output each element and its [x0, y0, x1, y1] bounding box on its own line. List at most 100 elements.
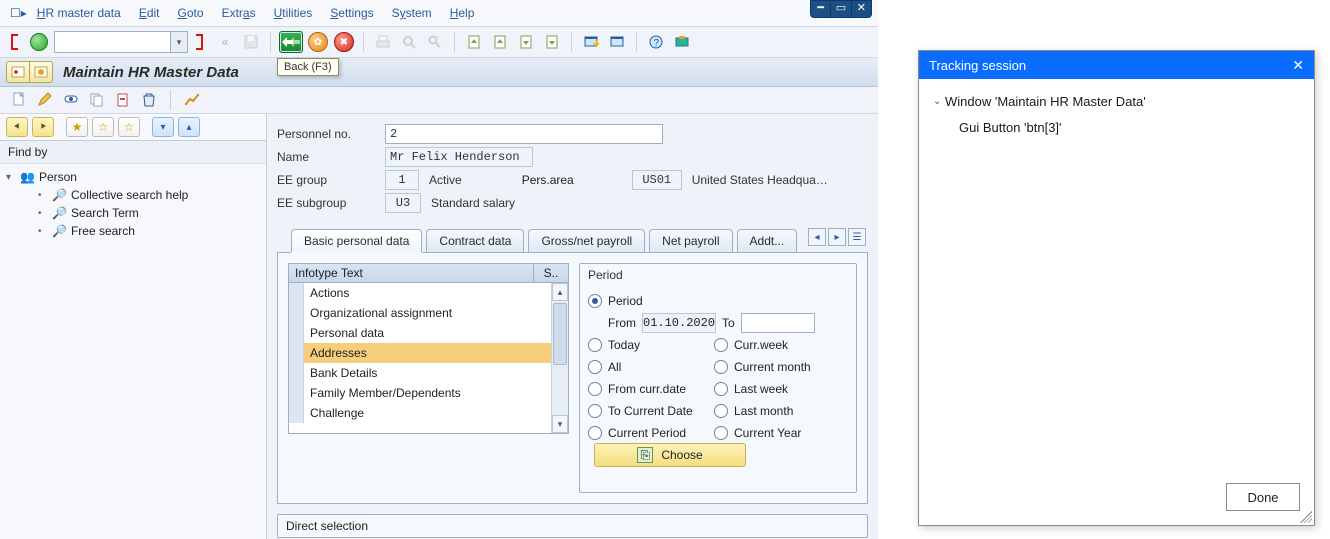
menu-extras[interactable]: Extras: [222, 6, 256, 20]
menu-goto[interactable]: Goto: [178, 6, 204, 20]
infotype-header-text[interactable]: Infotype Text: [289, 264, 534, 282]
svg-text:+: +: [435, 35, 439, 42]
delete-button[interactable]: [140, 91, 158, 109]
record-close-bracket-icon: [192, 33, 210, 51]
radio-lastweek[interactable]: [714, 382, 728, 396]
tracking-node-button[interactable]: Gui Button 'btn[3]': [933, 117, 1300, 137]
tree-expand-button[interactable]: ▾: [152, 117, 174, 137]
radio-period[interactable]: [588, 294, 602, 308]
infotype-row-challenge[interactable]: Challenge: [289, 403, 568, 423]
from-date-input[interactable]: 01.10.2020: [642, 313, 716, 333]
tracking-node-window[interactable]: ⌄Window 'Maintain HR Master Data': [933, 91, 1300, 111]
menu-settings[interactable]: Settings: [330, 6, 373, 20]
enter-button[interactable]: [30, 33, 48, 51]
menu-hr-master-data[interactable]: HR master data: [37, 6, 121, 20]
radio-currweek[interactable]: [714, 338, 728, 352]
help-button[interactable]: ?: [645, 31, 667, 53]
infotype-row-addresses[interactable]: Addresses✔: [289, 343, 568, 363]
eegroup-text: Active: [429, 173, 462, 187]
radio-currmonth[interactable]: [714, 360, 728, 374]
tab-gross-net-payroll[interactable]: Gross/net payroll: [528, 229, 645, 252]
last-page-button[interactable]: [541, 31, 563, 53]
tracking-close-icon[interactable]: ✕: [1292, 57, 1304, 74]
fav-add-button[interactable]: ★: [66, 117, 88, 137]
personnel-no-input[interactable]: 2: [385, 124, 663, 144]
nav-next-button[interactable]: ⯈: [32, 117, 54, 137]
command-history-dropdown[interactable]: ▾: [171, 31, 188, 53]
menu-utilities[interactable]: Utilities: [274, 6, 313, 20]
infotype-header-status[interactable]: S..: [534, 264, 568, 282]
window-controls: ━ ▭ ✕: [810, 0, 872, 18]
persarea-code: US01: [632, 170, 682, 190]
tab-additional[interactable]: Addt...: [737, 229, 798, 252]
fav-del-button[interactable]: ☆: [118, 117, 140, 137]
title-icon-left[interactable]: [6, 61, 30, 83]
tree-free-search[interactable]: •🔎Free search: [6, 222, 260, 240]
personnel-no-label: Personnel no.: [277, 127, 385, 141]
back-button[interactable]: Back (F3): [279, 31, 303, 53]
tab-net-payroll[interactable]: Net payroll: [649, 229, 732, 252]
menu-edit[interactable]: Edit: [139, 6, 160, 20]
save-button[interactable]: [240, 31, 262, 53]
find-button[interactable]: [398, 31, 420, 53]
prev-page-button[interactable]: [489, 31, 511, 53]
first-page-button[interactable]: [463, 31, 485, 53]
infotype-scrollbar[interactable]: ▴ ▾: [551, 283, 568, 433]
window-restore[interactable]: ▭: [831, 1, 851, 17]
window-close[interactable]: ✕: [852, 1, 871, 17]
done-button[interactable]: Done: [1226, 483, 1300, 511]
change-button[interactable]: [36, 91, 54, 109]
scroll-down-icon[interactable]: ▾: [552, 415, 568, 433]
title-icon-right[interactable]: [30, 61, 53, 83]
tab-list-button[interactable]: ☰: [848, 228, 866, 246]
radio-tocurr[interactable]: [588, 404, 602, 418]
create-button[interactable]: [10, 91, 28, 109]
new-session-button[interactable]: ✚: [580, 31, 602, 53]
tree-collective-search[interactable]: •🔎Collective search help: [6, 186, 260, 204]
nav-prev-button[interactable]: ⯇: [6, 117, 28, 137]
radio-all[interactable]: [588, 360, 602, 374]
cancel-button[interactable]: ✖: [333, 31, 355, 53]
next-page-button[interactable]: [515, 31, 537, 53]
to-date-input[interactable]: [741, 313, 815, 333]
infotype-row-personal-data[interactable]: Personal data✔: [289, 323, 568, 343]
customize-button[interactable]: [671, 31, 693, 53]
menu-dropdown-icon[interactable]: ☐▸: [10, 6, 27, 20]
radio-lastmonth[interactable]: [714, 404, 728, 418]
print-button[interactable]: [372, 31, 394, 53]
layout-button[interactable]: [606, 31, 628, 53]
copy-button[interactable]: [88, 91, 106, 109]
radio-fromcurr[interactable]: [588, 382, 602, 396]
infotype-row-bank-details[interactable]: Bank Details✔: [289, 363, 568, 383]
chevron-left-icon[interactable]: «: [214, 31, 236, 53]
window-minimize[interactable]: ━: [811, 1, 831, 17]
radio-curryear[interactable]: [714, 426, 728, 440]
tree-collapse-button[interactable]: ▴: [178, 117, 200, 137]
infotype-row-family[interactable]: Family Member/Dependents✔: [289, 383, 568, 403]
radio-today[interactable]: [588, 338, 602, 352]
menu-help[interactable]: Help: [450, 6, 475, 20]
from-label: From: [608, 316, 636, 330]
delimit-button[interactable]: [114, 91, 132, 109]
choose-button[interactable]: ⎘ Choose: [594, 443, 746, 467]
fav-list-button[interactable]: ☆: [92, 117, 114, 137]
tab-scroll-right[interactable]: ▸: [828, 228, 846, 246]
menu-system[interactable]: System: [392, 6, 432, 20]
resize-grip-icon[interactable]: [1300, 511, 1312, 523]
tree-search-term[interactable]: •🔎Search Term: [6, 204, 260, 222]
tab-contract-data[interactable]: Contract data: [426, 229, 524, 252]
infotype-row-org-assignment[interactable]: Organizational assignment✔: [289, 303, 568, 323]
infotype-row-actions[interactable]: Actions✔: [289, 283, 568, 303]
title-bar: Maintain HR Master Data: [0, 58, 878, 87]
tab-basic-personal-data[interactable]: Basic personal data: [291, 229, 422, 252]
tab-scroll-left[interactable]: ◂: [808, 228, 826, 246]
command-input[interactable]: [54, 31, 171, 53]
radio-currperiod[interactable]: [588, 426, 602, 440]
scroll-up-icon[interactable]: ▴: [552, 283, 568, 301]
overview-button[interactable]: [183, 91, 201, 109]
period-title: Period: [580, 264, 856, 286]
tree-root-person[interactable]: ▾👥Person: [6, 168, 260, 186]
display-button[interactable]: [62, 91, 80, 109]
exit-button[interactable]: ✿: [307, 31, 329, 53]
find-next-button[interactable]: +: [424, 31, 446, 53]
